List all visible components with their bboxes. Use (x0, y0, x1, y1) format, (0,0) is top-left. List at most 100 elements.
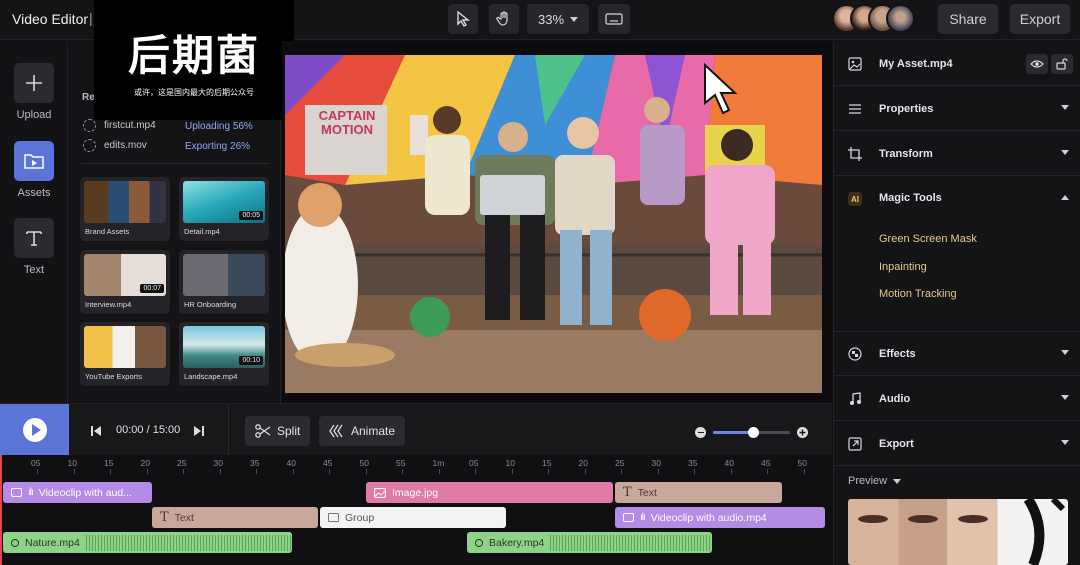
ruler-tick-label: 35 (250, 458, 260, 468)
chevron-down-icon (1061, 150, 1069, 155)
timeline-clip-image[interactable]: Image.jpg (366, 482, 613, 503)
play-button[interactable] (0, 404, 69, 456)
playhead[interactable] (0, 455, 2, 565)
ruler-tick-mark (256, 469, 257, 474)
duration-badge: 00:07 (140, 284, 164, 293)
folder-play-icon (14, 141, 54, 181)
asset-tile-video[interactable]: 00:10 Landscape.mp4 (179, 322, 269, 386)
ruler-tick-label: 15 (104, 458, 114, 468)
zoom-dropdown[interactable]: 33% (527, 4, 589, 34)
ruler-tick-mark (548, 469, 549, 474)
recent-section-title: Re (82, 92, 95, 103)
skip-forward-button[interactable] (193, 424, 205, 436)
animate-icon (329, 424, 343, 438)
watermark-brand: 后期菌 (127, 31, 260, 80)
rail-item-upload[interactable]: Upload (0, 63, 68, 121)
rail-label: Assets (17, 187, 51, 199)
ruler-tick-label: 35 (688, 458, 698, 468)
export-button[interactable]: Export (1010, 4, 1070, 34)
rail-item-assets[interactable]: Assets (0, 141, 68, 199)
asset-tile-folder[interactable]: Brand Assets (80, 177, 170, 241)
ruler-tick-label: 25 (177, 458, 187, 468)
section-title: Effects (879, 347, 916, 360)
timeline-clip-group[interactable]: Group (320, 507, 506, 528)
magic-tool-item[interactable]: Inpainting (879, 261, 927, 273)
asset-tile-folder[interactable]: HR Onboarding (179, 250, 269, 314)
asset-tile-video[interactable]: 00:05 Detail.mp4 (179, 177, 269, 241)
magic-tool-item[interactable]: Green Screen Mask (879, 233, 977, 245)
timeline-clip-audio[interactable]: Bakery.mp4 (467, 532, 712, 553)
skip-back-button[interactable] (90, 424, 102, 436)
timeline-clip-video[interactable]: ılı Videoclip with aud... (3, 482, 152, 503)
spinner-icon (83, 119, 96, 132)
avatar[interactable] (886, 4, 915, 33)
divider (228, 404, 229, 456)
magic-tool-item[interactable]: Motion Tracking (879, 288, 957, 300)
select-tool-button[interactable] (448, 4, 478, 34)
section-effects[interactable]: Effects (834, 332, 1080, 376)
preview-label: Preview (848, 475, 888, 487)
visibility-toggle[interactable] (1026, 54, 1048, 74)
timeline-clip-audio[interactable]: Nature.mp4 (3, 532, 292, 553)
video-clip-icon (623, 513, 634, 522)
preview-dropdown[interactable]: Preview (848, 475, 902, 487)
hand-icon (496, 11, 508, 26)
ruler-tick-label: 40 (286, 458, 296, 468)
captions-button[interactable] (598, 4, 630, 34)
section-audio[interactable]: Audio (834, 377, 1080, 421)
tile-label: YouTube Exports (85, 372, 142, 381)
thumbnail (84, 326, 166, 368)
collaborator-avatars[interactable] (832, 4, 922, 34)
zoom-out-button[interactable] (695, 427, 706, 438)
upload-item[interactable]: edits.mov (83, 139, 147, 152)
ruler-tick-mark (73, 469, 75, 474)
text-t-icon: T (160, 510, 169, 525)
audio-waveform (85, 534, 292, 551)
hand-tool-button[interactable] (489, 4, 519, 34)
zoom-in-button[interactable] (797, 427, 808, 438)
export-icon (848, 436, 862, 451)
timeline[interactable]: 05 10 15 20 25 30 35 40 45 50 55 1m 05 10 15 20 25 30 35 40… (0, 455, 832, 565)
upload-item[interactable]: firstcut.mp4 (83, 119, 156, 132)
ruler-tick-label: 10 (67, 458, 77, 468)
section-title: Audio (879, 392, 911, 405)
asset-tile-folder[interactable]: YouTube Exports (80, 322, 170, 386)
timeline-zoom-slider[interactable] (713, 427, 790, 438)
rail-item-text[interactable]: Text (0, 218, 68, 276)
section-export[interactable]: Export (834, 422, 1080, 466)
list-icon (848, 102, 862, 116)
section-properties[interactable]: Properties (834, 87, 1080, 131)
audio-clip-icon (475, 538, 483, 547)
section-transform[interactable]: Transform (834, 132, 1080, 176)
timeline-clip-text[interactable]: T Text (152, 507, 318, 528)
ruler-tick-mark (621, 469, 622, 474)
ruler-tick-label: 15 (542, 458, 552, 468)
clip-label: Videoclip with aud... (38, 486, 132, 499)
section-title: Magic Tools (879, 192, 942, 204)
timeline-clip-text[interactable]: T Text (615, 482, 782, 503)
ruler-tick-mark (219, 469, 221, 474)
section-magic-tools[interactable]: AI Magic Tools Green Screen Mask Inpaint… (834, 177, 1080, 332)
ruler-tick-mark (511, 469, 513, 474)
thumbnail (183, 254, 265, 296)
ruler-tick-label: 1m (432, 458, 445, 468)
zoom-value: 33% (537, 11, 565, 27)
preview-area: CAPTAIN MOTION (282, 41, 832, 403)
ruler-tick-label: 45 (761, 458, 771, 468)
slider-thumb[interactable] (747, 427, 759, 438)
play-icon (22, 418, 47, 442)
timeline-clip-video[interactable]: ılı Videoclip with audio.mp4 (615, 507, 825, 528)
split-label: Split (277, 424, 301, 438)
split-button[interactable]: Split (245, 416, 311, 446)
section-title: Transform (879, 147, 933, 160)
scissors-icon (255, 424, 271, 438)
video-preview[interactable]: CAPTAIN MOTION (285, 55, 822, 393)
share-button[interactable]: Share (938, 4, 998, 34)
asset-tile-video[interactable]: 00:07 Interview.mp4 (80, 250, 170, 314)
video-frame-image (285, 55, 822, 393)
lock-toggle[interactable] (1051, 54, 1073, 74)
animate-button[interactable]: Animate (319, 416, 406, 446)
ruler-tick-label: 05 (469, 458, 479, 468)
ruler-tick-mark (329, 469, 330, 474)
watermark-tagline: 或许，这是国内最大的后期公众号 (134, 88, 254, 97)
